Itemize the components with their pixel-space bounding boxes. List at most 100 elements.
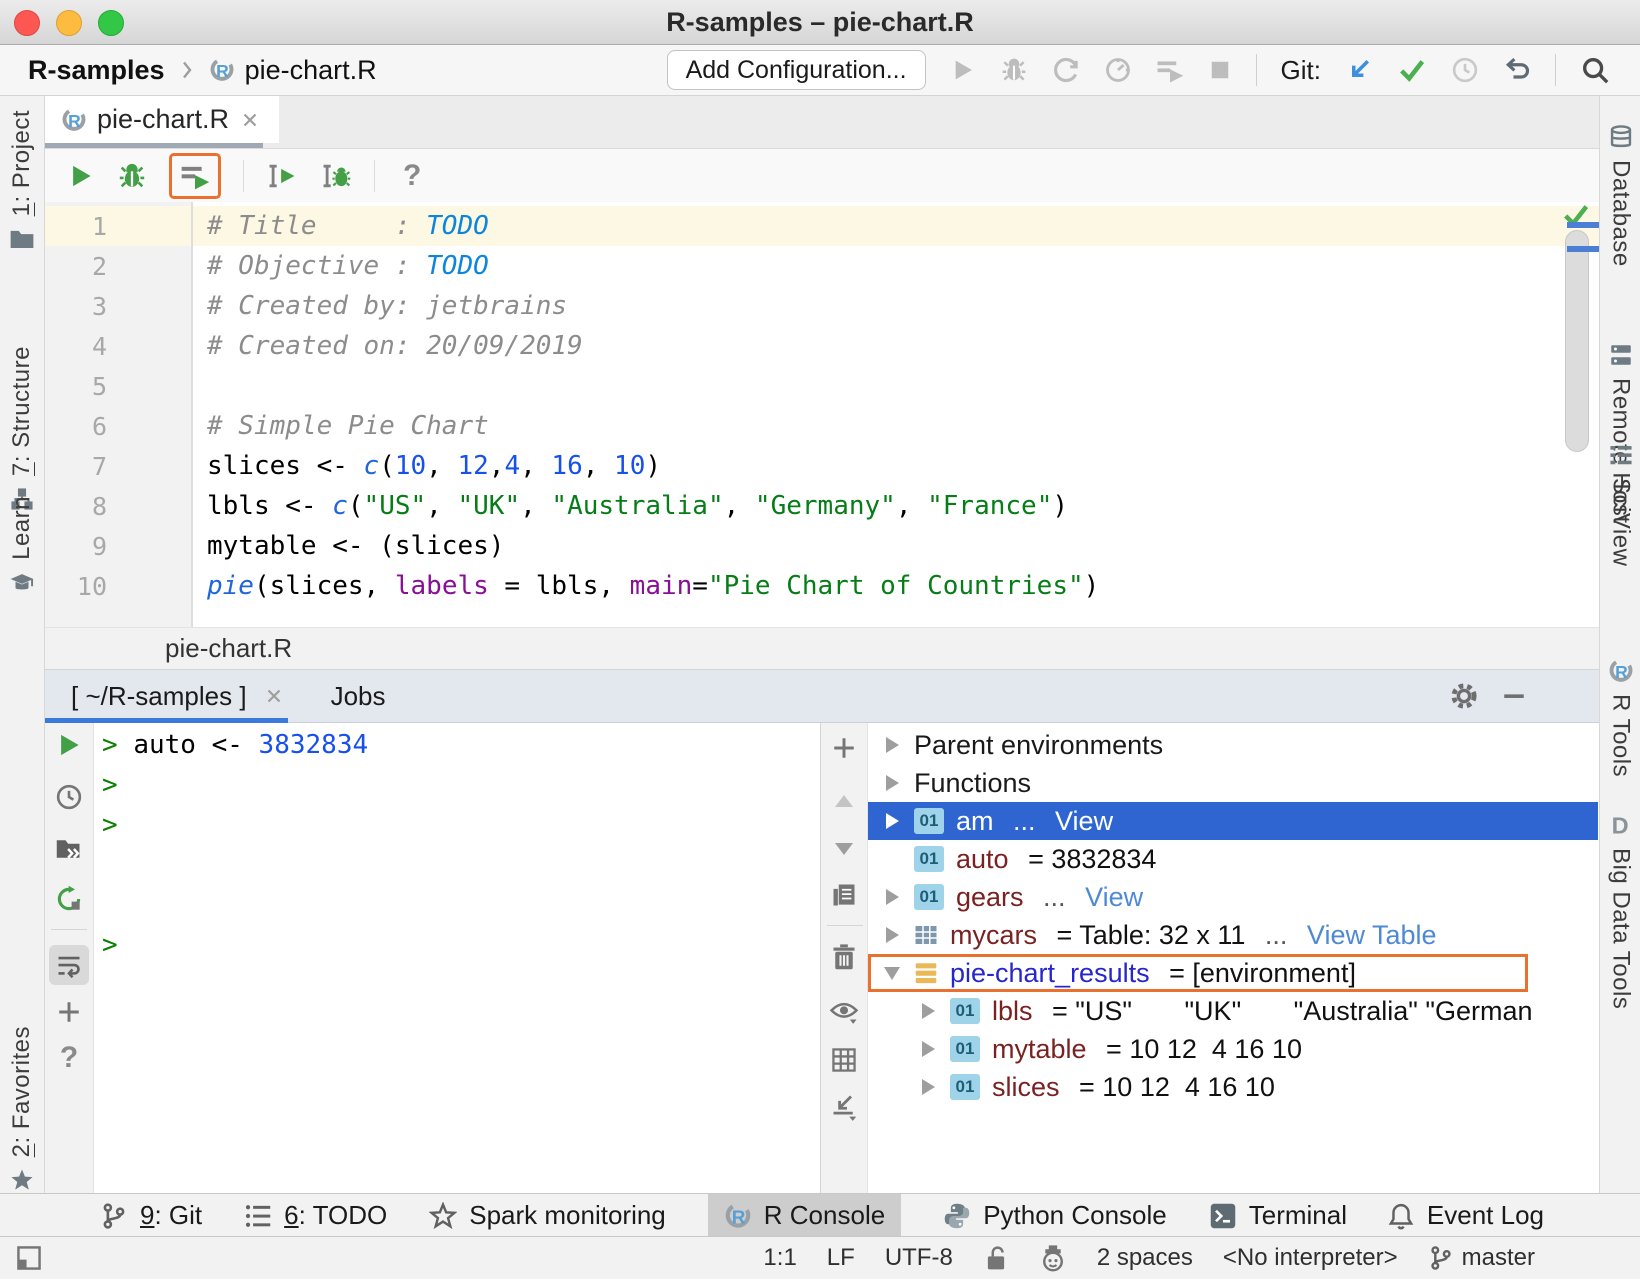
tool-stripe-big-data-tools[interactable]: DBig Data Tools [1600, 812, 1640, 1009]
toggle-toolwindows-icon[interactable] [16, 1245, 42, 1271]
expander-right-icon[interactable] [918, 1003, 938, 1019]
code-line[interactable]: 7slices <- c(10, 12,4, 16, 10) [45, 446, 1599, 486]
coverage-icon[interactable] [1052, 56, 1080, 84]
help-icon[interactable]: ? [397, 159, 421, 193]
close-tab-icon[interactable] [239, 109, 261, 131]
run-with-icon[interactable] [1156, 56, 1184, 84]
run-script-icon[interactable] [67, 162, 95, 190]
toolwindow-button-python-console[interactable]: Python Console [943, 1194, 1167, 1237]
code-line[interactable]: 8lbls <- c("US", "UK", "Australia", "Ger… [45, 486, 1599, 526]
variable-row[interactable]: Functions [868, 764, 1598, 802]
run-selection-icon[interactable] [180, 161, 210, 191]
user-hat-icon[interactable] [1039, 1244, 1067, 1272]
import-data-icon[interactable] [830, 1093, 858, 1121]
code-line[interactable]: 3# Created by: jetbrains [45, 286, 1599, 326]
breadcrumb-file[interactable]: pie-chart.R [245, 55, 377, 86]
breadcrumb-project[interactable]: R-samples [28, 55, 165, 86]
tool-stripe-sciview[interactable]: SciView [1600, 442, 1640, 566]
expander-right-icon[interactable] [882, 927, 902, 943]
expander-right-icon[interactable] [918, 1079, 938, 1095]
view-link[interactable]: View [1085, 882, 1143, 913]
console-line[interactable]: > [94, 765, 820, 805]
git-branch-name[interactable]: master [1462, 1244, 1535, 1272]
tool-stripe-project[interactable]: 1: Project [0, 110, 44, 252]
view-link[interactable]: View [1055, 806, 1113, 837]
console-line[interactable] [94, 845, 820, 885]
variable-row[interactable]: 01auto = 3832834 [868, 840, 1598, 878]
soft-wrap-toggle[interactable] [49, 945, 89, 985]
code-line[interactable]: 9mytable <- (slices) [45, 526, 1599, 566]
variable-row[interactable]: 01am ... View [868, 802, 1598, 840]
close-console-tab-icon[interactable] [263, 685, 285, 707]
console-line[interactable]: > auto <- 3832834 [94, 725, 820, 765]
editor-scrollbar-thumb[interactable] [1565, 230, 1589, 452]
console-tab-jobs[interactable]: Jobs [331, 681, 386, 712]
history-icon[interactable] [55, 783, 83, 811]
variable-row[interactable]: 01gears ... View [868, 878, 1598, 916]
minimize-window-button[interactable] [56, 10, 82, 36]
search-icon[interactable] [1580, 55, 1610, 85]
code-line[interactable]: 5 [45, 366, 1599, 406]
hide-panel-icon[interactable] [1501, 683, 1527, 709]
variable-row[interactable]: pie-chart_results = [environment] [868, 954, 1598, 992]
console-help-icon[interactable]: ? [60, 1041, 78, 1075]
lock-icon[interactable] [983, 1245, 1009, 1271]
add-configuration-button[interactable]: Add Configuration... [667, 50, 926, 90]
stop-icon[interactable] [1208, 58, 1232, 82]
expander-down-icon[interactable] [882, 967, 902, 980]
expander-right-icon[interactable] [882, 737, 902, 753]
tool-stripe-database[interactable]: Database [1600, 124, 1640, 267]
toolwindow-button--todo[interactable]: 6: TODO [244, 1194, 387, 1237]
history-icon[interactable] [1451, 56, 1479, 84]
console-line[interactable]: > [94, 925, 820, 965]
code-line[interactable]: 10pie(slices, labels = lbls, main="Pie C… [45, 566, 1599, 606]
expander-right-icon[interactable] [918, 1041, 938, 1057]
expander-right-icon[interactable] [882, 813, 902, 829]
tool-stripe-structure[interactable]: 7: Structure [0, 346, 44, 512]
interpreter-setting[interactable]: <No interpreter> [1223, 1244, 1398, 1272]
indent-setting[interactable]: 2 spaces [1097, 1244, 1193, 1272]
rollback-icon[interactable] [1503, 56, 1531, 84]
caret-position[interactable]: 1:1 [763, 1244, 796, 1272]
execute-current-statement-icon[interactable] [266, 160, 298, 192]
close-window-button[interactable] [14, 10, 40, 36]
code-line[interactable]: 2# Objective : TODO [45, 246, 1599, 286]
code-line[interactable]: 4# Created on: 20/09/2019 [45, 326, 1599, 366]
add-console-icon[interactable] [56, 999, 82, 1025]
expander-right-icon[interactable] [882, 889, 902, 905]
debug-current-statement-icon[interactable] [320, 160, 352, 192]
debug-script-icon[interactable] [117, 161, 147, 191]
toolwindow-button-r-console[interactable]: RR Console [708, 1194, 901, 1237]
variable-row[interactable]: 01slices = 10 12 4 16 10 [868, 1068, 1598, 1106]
console-line[interactable] [94, 885, 820, 925]
debug-icon[interactable] [1000, 56, 1028, 84]
event-log-button[interactable]: Event Log [1387, 1194, 1640, 1237]
git-update-icon[interactable] [1345, 56, 1373, 84]
profiler-icon[interactable] [1104, 56, 1132, 84]
variable-row[interactable]: 01lbls = "US" "UK" "Australia" "German [868, 992, 1598, 1030]
zoom-window-button[interactable] [98, 10, 124, 36]
console-output[interactable]: > auto <- 3832834>>> [94, 723, 820, 1196]
add-variable-icon[interactable] [831, 735, 857, 761]
code-line[interactable]: 6# Simple Pie Chart [45, 406, 1599, 446]
file-encoding[interactable]: UTF-8 [885, 1244, 953, 1272]
view-link[interactable]: View Table [1307, 920, 1437, 951]
show-table-icon[interactable] [831, 1047, 857, 1073]
working-directory-icon[interactable] [55, 835, 83, 863]
editor-breadcrumb-file[interactable]: pie-chart.R [165, 633, 292, 664]
console-line[interactable]: > [94, 805, 820, 845]
expander-right-icon[interactable] [882, 775, 902, 791]
toolwindow-button--git[interactable]: 9: Git [100, 1194, 202, 1237]
code-line[interactable]: 1# Title : TODO [45, 206, 1599, 246]
line-ending[interactable]: LF [827, 1244, 855, 1272]
git-commit-icon[interactable] [1397, 55, 1427, 85]
console-run-icon[interactable] [55, 731, 83, 759]
variable-row[interactable]: 01mytable = 10 12 4 16 10 [868, 1030, 1598, 1068]
console-settings-gear-icon[interactable] [1449, 681, 1479, 711]
editor-tab[interactable]: R pie-chart.R [45, 96, 279, 143]
move-down-icon[interactable] [832, 837, 856, 861]
toolwindow-button-terminal[interactable]: Terminal [1209, 1194, 1347, 1237]
copy-icon[interactable] [830, 881, 858, 909]
toolwindow-button-spark-monitoring[interactable]: Spark monitoring [429, 1194, 666, 1237]
tool-stripe-learn[interactable]: Learn [0, 496, 44, 596]
